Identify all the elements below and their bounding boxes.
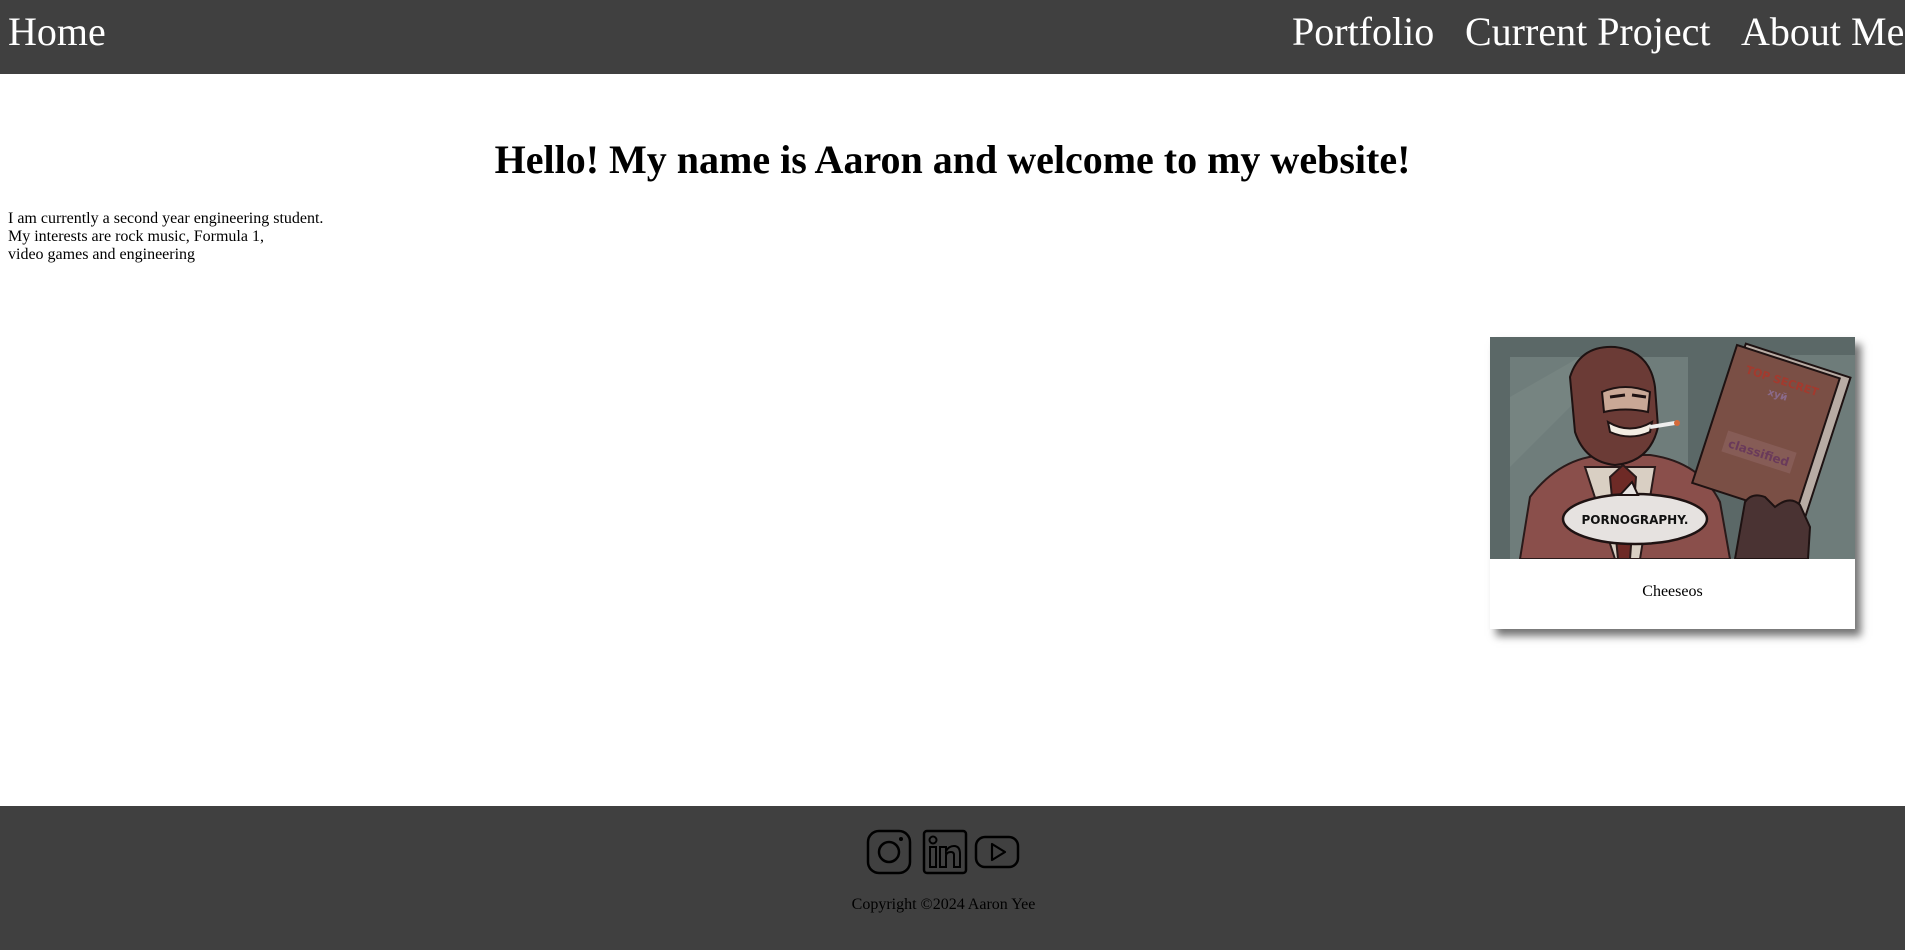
footer: Copyright ©2024 Aaron Yee [0,806,1905,950]
copyright-text: Copyright ©2024 Aaron Yee [851,896,1036,913]
intro-line: My interests are rock music, Formula 1, [8,228,264,245]
intro-text: I am currently a second year engineering… [8,210,323,264]
card-image: TOP SECRET хуй classified PORNOGRAPHY. [1490,337,1855,559]
intro-line: video games and engineering [8,246,196,263]
speech-bubble-text: PORNOGRAPHY. [1582,513,1689,527]
intro-line: I am currently a second year engineering… [8,210,324,227]
page-title: Hello! My name is Aaron and welcome to m… [494,137,1411,182]
nav-about-me-link[interactable]: About Me [1741,8,1904,56]
instagram-icon[interactable] [866,829,912,875]
card-caption: Cheeseos [1642,583,1703,600]
image-card[interactable]: TOP SECRET хуй classified PORNOGRAPHY. C… [1490,337,1855,629]
nav-home-link[interactable]: Home [8,8,106,56]
nav-portfolio-link[interactable]: Portfolio [1292,8,1434,56]
youtube-icon[interactable] [974,829,1020,875]
linkedin-icon[interactable] [922,829,968,875]
top-navigation-bar: Home Portfolio Current Project About Me [0,0,1905,74]
nav-current-project-link[interactable]: Current Project [1465,8,1711,56]
